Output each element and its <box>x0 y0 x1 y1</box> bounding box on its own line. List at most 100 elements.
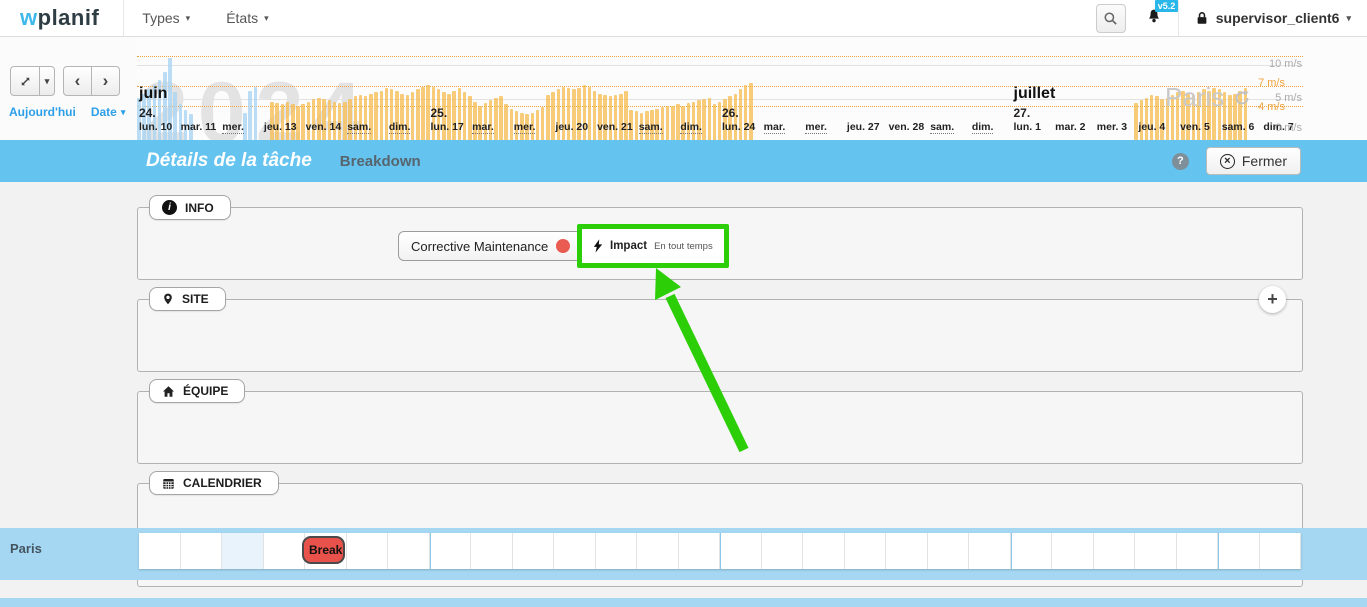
chevron-down-icon: ▾ <box>121 107 126 118</box>
calendar-cell[interactable] <box>679 533 721 569</box>
username: supervisor_client6 <box>1216 10 1340 26</box>
timeline-day-label: sam. <box>930 121 954 134</box>
calendar-cell[interactable] <box>1094 533 1136 569</box>
top-navbar: wplanif Types ▾ États▾ v5.2 supervisor_cl… <box>0 0 1367 37</box>
menu-types-label: Types <box>142 10 179 26</box>
calendar-cell[interactable] <box>1218 533 1260 569</box>
timeline-day-label: mar. 11 <box>181 121 217 133</box>
today-link[interactable]: Aujourd'hui <box>9 105 76 119</box>
wind-bar <box>1155 96 1159 140</box>
calendar-cell[interactable] <box>762 533 804 569</box>
task-type-button[interactable]: Corrective Maintenance <box>398 231 583 261</box>
wind-bar <box>426 85 430 140</box>
calendar-cell[interactable] <box>1052 533 1094 569</box>
add-site-button[interactable]: + <box>1259 286 1286 313</box>
wind-bar <box>598 94 602 140</box>
calendar-cell[interactable] <box>596 533 638 569</box>
calendar-cell[interactable] <box>222 533 264 569</box>
timeline-day-label: mar. <box>764 121 786 134</box>
timeline-day-label: dim. <box>680 121 702 134</box>
prev-period-button[interactable]: ‹ <box>63 66 92 96</box>
menu-etats[interactable]: États▾ <box>208 0 286 36</box>
calendar-cell[interactable] <box>471 533 513 569</box>
notifications-button[interactable]: v5.2 <box>1146 8 1162 29</box>
calendar-event-breakdown[interactable]: Break <box>302 536 345 564</box>
search-button[interactable] <box>1096 4 1126 33</box>
calendar-cell[interactable] <box>347 533 389 569</box>
calendar-cell[interactable] <box>1011 533 1053 569</box>
scheduler-row-label: Paris <box>10 541 42 556</box>
timeline-week-label: 24. <box>139 106 156 120</box>
wind-bar <box>510 109 514 140</box>
timeline-day-label: jeu. 13 <box>264 121 297 133</box>
calendar-cell[interactable] <box>264 533 306 569</box>
date-link[interactable]: Date ▾ <box>91 105 126 119</box>
calendar-cell[interactable] <box>430 533 472 569</box>
date-link-label: Date <box>91 105 117 119</box>
calendar-cell[interactable] <box>845 533 887 569</box>
wind-bar <box>374 92 378 140</box>
calendar-cell[interactable] <box>637 533 679 569</box>
chevron-down-icon: ▾ <box>186 13 191 24</box>
wind-bar <box>1150 95 1154 140</box>
calendar-cell[interactable] <box>1177 533 1219 569</box>
wind-bar <box>635 111 639 140</box>
close-label: Fermer <box>1242 153 1287 169</box>
calendar-cell[interactable] <box>969 533 1011 569</box>
wind-bar <box>619 94 623 140</box>
impact-field-highlighted[interactable]: Impact En tout temps <box>577 224 729 268</box>
fit-range-caret[interactable]: ▾ <box>39 66 55 96</box>
logo-prefix: w <box>20 5 38 30</box>
close-icon: × <box>1220 154 1235 169</box>
timeline-day-label: jeu. 4 <box>1138 121 1165 133</box>
chevron-down-icon: ▾ <box>45 76 50 87</box>
user-menu[interactable]: supervisor_client6 ▾ <box>1179 10 1367 26</box>
timeline-day-label: mer. <box>222 121 244 134</box>
close-button[interactable]: × Fermer <box>1206 147 1301 175</box>
calendar-cell[interactable] <box>139 533 181 569</box>
fit-range-button[interactable] <box>10 66 40 96</box>
calendar-cell[interactable] <box>886 533 928 569</box>
tab-site[interactable]: SITE <box>149 287 226 311</box>
wind-bar <box>499 96 503 140</box>
calendar-cell[interactable] <box>513 533 555 569</box>
threshold-line-11ms <box>137 56 1303 57</box>
wind-bar <box>614 95 618 140</box>
tab-calendrier[interactable]: CALENDRIER <box>149 471 279 495</box>
timeline-day-label: lun. 24 <box>722 121 755 133</box>
timeline-day-label: lun. 1 <box>1014 121 1041 133</box>
wind-bar <box>468 96 472 140</box>
calendar-cell[interactable] <box>181 533 223 569</box>
calendar-cell[interactable] <box>554 533 596 569</box>
wind-bar <box>317 98 321 140</box>
timeline-day-label: mar. 2 <box>1055 121 1085 133</box>
wind-bar <box>385 88 389 140</box>
wind-bar <box>588 87 592 140</box>
expand-icon <box>19 75 32 88</box>
app-logo[interactable]: wplanif <box>20 5 99 31</box>
task-type-label: Corrective Maintenance <box>411 239 548 254</box>
next-period-button[interactable]: › <box>91 66 120 96</box>
wind-bar <box>421 87 425 140</box>
calendar-cell[interactable] <box>720 533 762 569</box>
timeline-day-label: ven. 14 <box>306 121 342 133</box>
calendar-cell[interactable] <box>928 533 970 569</box>
info-icon: i <box>162 200 177 215</box>
timeline-day-label: mer. <box>514 121 536 134</box>
wind-bar <box>173 92 177 140</box>
timeline-strip: 2024 juinjuillet24.25.26.27.lun. 10mar. … <box>0 36 1367 141</box>
menu-types[interactable]: Types ▾ <box>124 0 208 36</box>
wind-bar <box>593 91 597 140</box>
calendar-cell[interactable] <box>388 533 430 569</box>
site-panel <box>137 299 1303 372</box>
calendar-icon <box>162 477 175 490</box>
wind-bar <box>713 104 717 140</box>
calendar-cell[interactable] <box>1135 533 1177 569</box>
wind-bar <box>343 102 347 140</box>
timeline-day-label: dim. <box>389 121 411 134</box>
help-icon[interactable]: ? <box>1172 153 1189 170</box>
calendar-cell[interactable] <box>803 533 845 569</box>
calendar-cell[interactable] <box>1260 533 1302 569</box>
tab-equipe[interactable]: ÉQUIPE <box>149 379 245 403</box>
tab-info[interactable]: i INFO <box>149 195 231 220</box>
